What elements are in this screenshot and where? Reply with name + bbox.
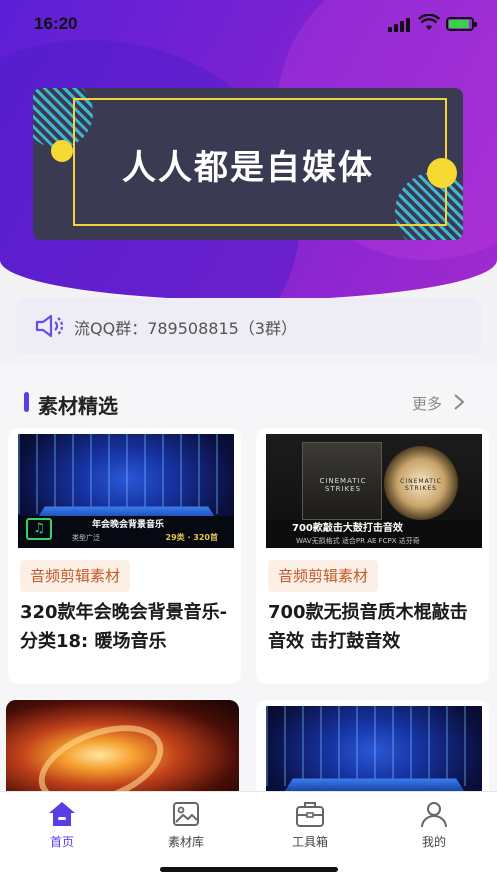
tab-library[interactable]: 素材库 [124, 800, 248, 850]
tab-toolbox[interactable]: 工具箱 [248, 800, 372, 850]
banner-title: 人人都是自媒体 [122, 148, 374, 188]
thumbnail-meta: 29类 · 320首 [165, 533, 218, 542]
music-note-icon: ♫ [26, 518, 52, 540]
tab-label: 我的 [421, 835, 446, 849]
card-thumbnail [266, 706, 482, 800]
tab-home[interactable]: 首页 [0, 800, 124, 850]
card-title: 320款年会晚会背景音乐-分类18: 暖场音乐 [20, 602, 228, 652]
user-icon [421, 802, 447, 828]
tab-label: 工具箱 [291, 835, 328, 849]
chevron-right-icon[interactable] [452, 392, 466, 412]
tab-label: 素材库 [167, 835, 204, 849]
toolbox-icon [296, 802, 324, 827]
thumbnail-subcaption: WAV无损格式 适合PR AE FCPX 达芬奇 [296, 537, 420, 545]
material-card[interactable]: CINEMATIC STRIKES CINEMATIC STRIKES 700款… [256, 428, 489, 684]
status-time: 16:20 [34, 14, 78, 33]
battery-icon [446, 17, 477, 31]
thumbnail-subcaption: 类型广泛 [72, 534, 100, 542]
tab-profile[interactable]: 我的 [372, 800, 496, 850]
status-bar: 16:20 [0, 0, 497, 46]
material-card[interactable] [6, 700, 239, 800]
material-card[interactable]: ♫ 年会晚会背景音乐 类型广泛 29类 · 320首 音频剪辑素材 320款年会… [8, 428, 241, 684]
card-thumbnail: CINEMATIC STRIKES CINEMATIC STRIKES 700款… [266, 434, 482, 548]
product-box-image: CINEMATIC STRIKES [302, 442, 382, 520]
section-header: 素材精选 更多 [0, 380, 497, 424]
notice-text: 流QQ群：789508815（3群） [74, 319, 297, 338]
category-tag: 音频剪辑素材 [268, 560, 379, 592]
category-tag: 音频剪辑素材 [20, 560, 131, 592]
speaker-icon [35, 314, 64, 338]
app-screen: 16:20 人人都是自媒体 流QQ群：789508815（3群） 素材精选 更多 [0, 0, 497, 883]
card-thumbnail: ♫ 年会晚会背景音乐 类型广泛 29类 · 320首 [18, 434, 234, 548]
promo-banner[interactable]: 人人都是自媒体 [33, 88, 463, 240]
image-library-icon [173, 802, 199, 826]
thumbnail-caption: 年会晚会背景音乐 [92, 520, 165, 530]
home-indicator [160, 867, 338, 872]
home-icon [49, 802, 75, 826]
more-link[interactable]: 更多 [412, 393, 442, 414]
section-title: 素材精选 [38, 394, 118, 418]
card-thumbnail [6, 700, 239, 800]
notice-bar[interactable]: 流QQ群：789508815（3群） [16, 298, 481, 354]
wifi-icon [418, 14, 440, 30]
section-accent-bar [24, 392, 29, 412]
tab-label: 首页 [49, 835, 74, 849]
thumbnail-caption: 700款敲击大鼓打击音效 [292, 523, 403, 534]
material-card[interactable] [256, 700, 489, 800]
cellular-signal-icon [388, 18, 412, 32]
card-title: 700款无损音质木棍敲击音效 击打鼓音效 [268, 602, 468, 652]
